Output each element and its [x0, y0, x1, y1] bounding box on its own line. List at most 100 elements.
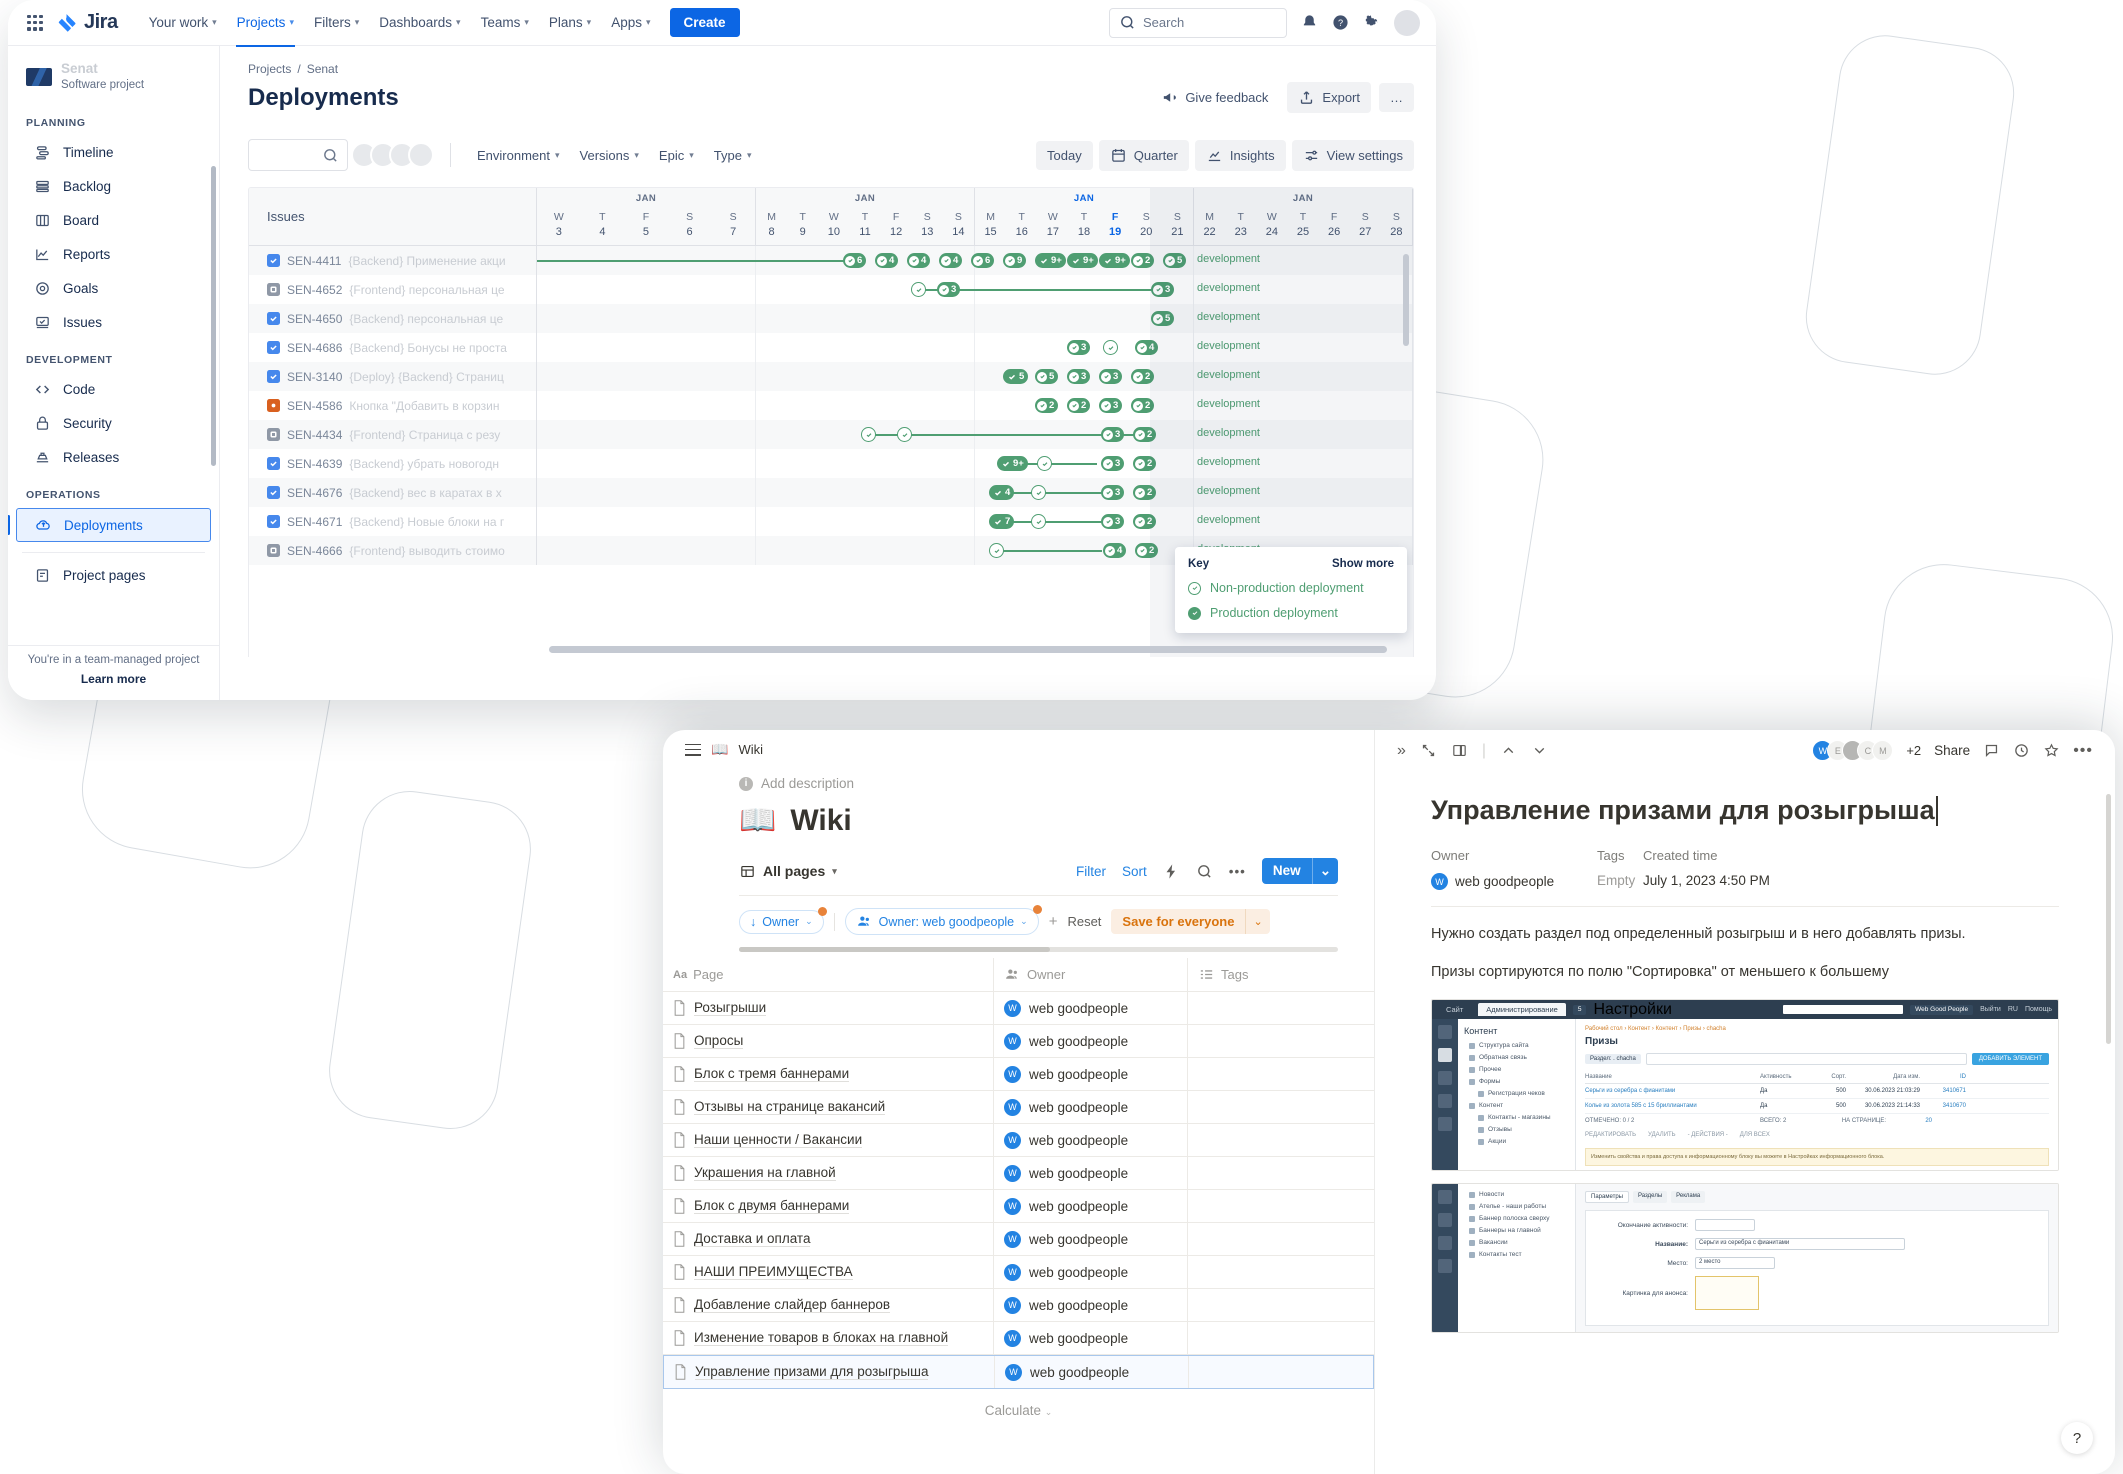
sidebar-item-releases[interactable]: Releases [16, 441, 211, 474]
page-cell[interactable]: Опросы [663, 1025, 993, 1057]
table-row[interactable]: Управление призами для розыгрыша Wweb goo… [663, 1355, 1374, 1389]
nav-apps[interactable]: Apps ▾ [602, 9, 659, 36]
table-row[interactable]: SEN-4434 {Frontend} Страница с резу 3 2 deve… [249, 420, 1413, 449]
production-deployment-chip[interactable]: 3 [1099, 369, 1123, 384]
table-row[interactable]: SEN-3140 {Deploy} {Backend} Страниц 5 5 3 3 2 d… [249, 362, 1413, 391]
production-deployment-chip[interactable]: 3 [1067, 369, 1091, 384]
production-deployment-chip[interactable]: 3 [1099, 398, 1123, 413]
owner-cell[interactable]: Wweb goodpeople [993, 1058, 1187, 1090]
tags-cell[interactable] [1187, 1190, 1374, 1222]
view-settings-button[interactable]: View settings [1291, 139, 1414, 171]
tags-cell[interactable] [1187, 1223, 1374, 1255]
production-deployment-chip[interactable]: 9+ [1099, 253, 1130, 268]
document-title[interactable]: Управление призами для розыгрыша [1431, 795, 2059, 826]
save-for-everyone-button[interactable]: Save for everyone ⌄ [1111, 909, 1270, 934]
today-button[interactable]: Today [1036, 140, 1093, 170]
production-deployment-chip[interactable]: 5 [1151, 311, 1175, 326]
profile-avatar[interactable] [1394, 9, 1420, 36]
chevron-down-icon[interactable]: ⌄ [1313, 858, 1338, 884]
document-paragraph[interactable]: Призы сортируются по полю "Сортировка" о… [1431, 961, 2041, 983]
nonprod-deployment-chip[interactable] [989, 543, 1004, 558]
filter-pill-owner[interactable]: Owner: web goodpeople ⌄ [844, 905, 1042, 935]
owner-cell[interactable]: Wweb goodpeople [993, 1289, 1187, 1321]
owner-cell[interactable]: Wweb goodpeople [993, 1124, 1187, 1156]
production-deployment-chip[interactable]: 9+ [1067, 253, 1098, 268]
production-deployment-chip[interactable]: 2 [1133, 485, 1157, 500]
wiki-breadcrumb-label[interactable]: Wiki [738, 742, 763, 757]
table-row[interactable]: SEN-4650 {Backend} персональная це 5 develo… [249, 304, 1413, 333]
page-cell[interactable]: Добавление слайдер баннеров [663, 1289, 993, 1321]
table-row[interactable]: Наши ценности / Вакансии Wweb goodpeople [663, 1124, 1374, 1157]
notifications-icon[interactable] [1301, 14, 1318, 31]
table-row[interactable]: SEN-4652 {Frontend} персональная це 3 3 deve… [249, 275, 1413, 304]
settings-icon[interactable] [1363, 14, 1380, 31]
production-deployment-chip[interactable]: 2 [1135, 543, 1159, 558]
production-deployment-chip[interactable]: 2 [1133, 427, 1157, 442]
key-show-more[interactable]: Show more [1332, 558, 1394, 570]
production-deployment-chip[interactable]: 4 [989, 485, 1015, 500]
production-deployment-chip[interactable]: 2 [1035, 398, 1059, 413]
sidebar-toggle-icon[interactable] [685, 743, 701, 756]
nonprod-deployment-chip[interactable] [897, 427, 912, 442]
production-deployment-chip[interactable]: 7 [989, 514, 1015, 529]
issue-cell[interactable]: SEN-4586 Кнопка "Добавить в корзин [249, 391, 537, 420]
nav-projects[interactable]: Projects ▾ [228, 9, 303, 47]
production-deployment-chip[interactable]: 2 [1133, 514, 1157, 529]
issue-cell[interactable]: SEN-3140 {Deploy} {Backend} Страниц [249, 362, 537, 391]
table-row[interactable]: SEN-4686 {Backend} Бонусы не проста 3 4 deve… [249, 333, 1413, 362]
page-cell[interactable]: Украшения на главной [663, 1157, 993, 1189]
owner-cell[interactable]: Wweb goodpeople [993, 1223, 1187, 1255]
production-deployment-chip[interactable]: 2 [1131, 398, 1155, 413]
star-icon[interactable] [2043, 742, 2060, 759]
expand-right-icon[interactable]: » [1397, 742, 1406, 760]
filter-button[interactable]: Filter [1076, 864, 1106, 879]
production-deployment-chip[interactable]: 9+ [1035, 253, 1066, 268]
production-deployment-chip[interactable]: 4 [907, 253, 931, 268]
expand-diagonal-icon[interactable] [1420, 742, 1437, 759]
table-row[interactable]: SEN-4586 Кнопка "Добавить в корзин 2 2 3 2 dev… [249, 391, 1413, 420]
calculate-row[interactable]: Calculate ⌄ [663, 1389, 1374, 1428]
table-row[interactable]: Блок с тремя баннерами Wweb goodpeople [663, 1058, 1374, 1091]
sidebar-item-issues[interactable]: Issues [16, 306, 211, 339]
tags-cell[interactable] [1187, 1025, 1374, 1057]
chevron-up-icon[interactable] [1500, 742, 1517, 759]
chevron-down-icon[interactable]: ⌄ [1246, 909, 1269, 934]
issue-cell[interactable]: SEN-4639 {Backend} убрать новогодн [249, 449, 537, 478]
quarter-button[interactable]: Quarter [1098, 139, 1189, 171]
reset-button[interactable]: Reset [1067, 914, 1101, 929]
production-deployment-chip[interactable]: 6 [971, 253, 995, 268]
issue-cell[interactable]: SEN-4671 {Backend} Новые блоки на г [249, 507, 537, 536]
sidebar-scrollbar[interactable] [211, 166, 216, 466]
production-deployment-chip[interactable]: 2 [1133, 456, 1157, 471]
nonprod-deployment-chip[interactable] [911, 282, 926, 297]
more-icon[interactable]: ••• [1229, 864, 1246, 879]
tags-value[interactable]: Empty [1597, 873, 1643, 888]
nav-filters[interactable]: Filters ▾ [305, 9, 368, 36]
owner-cell[interactable]: Wweb goodpeople [993, 1190, 1187, 1222]
sidebar-item-security[interactable]: Security [16, 407, 211, 440]
production-deployment-chip[interactable]: 3 [1101, 427, 1125, 442]
filter-epic[interactable]: Epic ▾ [649, 142, 704, 169]
sidebar-item-deployments[interactable]: Deployments [8, 508, 211, 542]
production-deployment-chip[interactable]: 2 [1131, 369, 1155, 384]
table-row[interactable]: SEN-4639 {Backend} убрать новогодн 9+ 3 2 dev… [249, 449, 1413, 478]
owner-cell[interactable]: Wweb goodpeople [993, 1157, 1187, 1189]
timeline-horizontal-scrollbar[interactable] [549, 646, 1387, 653]
insights-button[interactable]: Insights [1194, 139, 1286, 171]
table-row[interactable]: Доставка и оплата Wweb goodpeople [663, 1223, 1374, 1256]
owner-cell[interactable]: Wweb goodpeople [993, 1091, 1187, 1123]
add-description-button[interactable]: i Add description [739, 776, 1374, 791]
table-row[interactable]: Украшения на главной Wweb goodpeople [663, 1157, 1374, 1190]
production-deployment-chip[interactable]: 5 [1163, 253, 1187, 268]
collaborator-avatars[interactable]: W E C M [1812, 740, 1894, 761]
table-row[interactable]: SEN-4411 {Backend} Применение акци 6 4 4 4 6 9 9… [249, 246, 1413, 275]
sidebar-item-reports[interactable]: Reports [16, 238, 211, 271]
breadcrumb-senat[interactable]: Senat [307, 62, 338, 76]
column-header-owner[interactable]: Owner [993, 958, 1187, 991]
export-button[interactable]: Export [1287, 82, 1371, 113]
tags-cell[interactable] [1187, 1157, 1374, 1189]
owner-value[interactable]: W web goodpeople [1431, 873, 1597, 890]
table-row[interactable]: Изменение товаров в блоках на главной Wwe… [663, 1322, 1374, 1355]
lightning-icon[interactable] [1163, 863, 1180, 880]
help-icon[interactable]: ? [1332, 14, 1349, 31]
